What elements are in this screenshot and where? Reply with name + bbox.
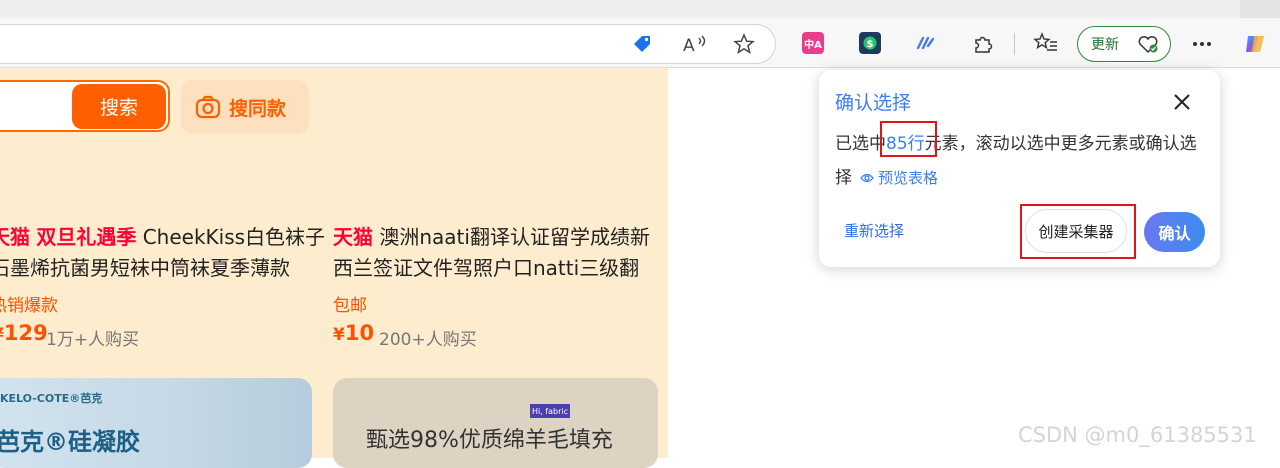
toolbar-divider <box>1014 33 1015 55</box>
price-value: 129 <box>3 321 48 345</box>
address-bar[interactable] <box>0 24 776 64</box>
eye-icon <box>860 173 874 183</box>
reselect-button[interactable]: 重新选择 <box>844 220 904 241</box>
favorites-list-icon[interactable] <box>1033 31 1059 55</box>
product-price: ¥129 <box>0 321 48 345</box>
product-title-line[interactable]: 天猫 双旦礼遇季 CheekKiss白色袜子 <box>0 221 325 253</box>
svg-text:$: $ <box>867 39 874 50</box>
annotation-highlight <box>1020 204 1136 259</box>
product-image[interactable]: KELO-COTE®芭克 芭克®硅凝胶 <box>0 378 312 468</box>
watermark: CSDN @m0_61385531 <box>1018 423 1257 447</box>
copilot-icon[interactable] <box>1241 29 1271 59</box>
brand-badge: Hi, fabric <box>530 404 570 418</box>
product-title-line[interactable]: 天猫 澳洲naati翻译认证留学成绩新 <box>333 221 650 253</box>
banner-headline: 芭克®硅凝胶 <box>0 428 140 456</box>
window-controls-area <box>1240 0 1280 18</box>
browser-toolbar: A 中A $ 更新 <box>0 18 1280 68</box>
tmall-badge: 天猫 <box>0 225 30 249</box>
wave-extension-icon[interactable] <box>916 32 938 54</box>
svg-text:A: A <box>683 36 695 55</box>
translate-extension-icon[interactable]: 中A <box>802 32 824 54</box>
search-same-style-label: 搜同款 <box>229 97 287 120</box>
preview-table-label: 预览表格 <box>878 169 939 187</box>
promo-badge: 双旦礼遇季 <box>36 225 137 249</box>
favorite-star-icon[interactable] <box>732 32 756 56</box>
more-menu-icon[interactable] <box>1190 32 1214 56</box>
message-prefix: 已选中 <box>835 134 886 154</box>
heart-status-icon <box>1136 33 1160 55</box>
product-tag: 热销爆款 <box>0 296 58 316</box>
update-browser-button[interactable]: 更新 <box>1077 26 1171 62</box>
currency-symbol: ¥ <box>333 325 345 345</box>
search-button[interactable]: 搜索 <box>72 84 166 129</box>
close-icon[interactable] <box>1170 90 1194 114</box>
read-aloud-icon[interactable]: A <box>682 32 708 56</box>
search-same-style-button[interactable]: 搜同款 <box>181 80 309 134</box>
popup-title: 确认选择 <box>835 92 912 114</box>
brand-logo-text: KELO-COTE®芭克 <box>0 392 103 405</box>
confirm-button[interactable]: 确认 <box>1144 212 1205 252</box>
extensions-puzzle-icon[interactable] <box>971 31 995 55</box>
buyer-count: 1万+人购买 <box>46 330 140 350</box>
product-title-line[interactable]: 石墨烯抗菌男短袜中筒袜夏季薄款 <box>0 252 290 284</box>
product-image[interactable]: Hi, fabric 甄选98%优质绵羊毛填充 <box>333 378 658 468</box>
annotation-highlight <box>880 121 937 157</box>
product-title-text: 澳洲naati翻译认证留学成绩新 <box>379 225 650 249</box>
update-label: 更新 <box>1091 37 1119 53</box>
tag-icon[interactable] <box>630 32 654 56</box>
banner-headline: 甄选98%优质绵羊毛填充 <box>366 428 613 453</box>
camera-icon <box>195 95 221 119</box>
tmall-badge: 天猫 <box>333 225 373 249</box>
product-title-line[interactable]: 西兰签证文件驾照户口natti三级翻 <box>333 252 639 284</box>
buyer-count: 200+人购买 <box>379 330 477 350</box>
price-value: 10 <box>344 321 375 345</box>
product-title-text: CheekKiss白色袜子 <box>142 225 326 249</box>
preview-table-link[interactable]: 预览表格 <box>860 169 938 187</box>
tab-strip <box>0 0 1280 18</box>
product-price: ¥10 <box>333 321 374 345</box>
product-tag: 包邮 <box>333 296 367 316</box>
dollar-extension-icon[interactable]: $ <box>859 32 881 54</box>
